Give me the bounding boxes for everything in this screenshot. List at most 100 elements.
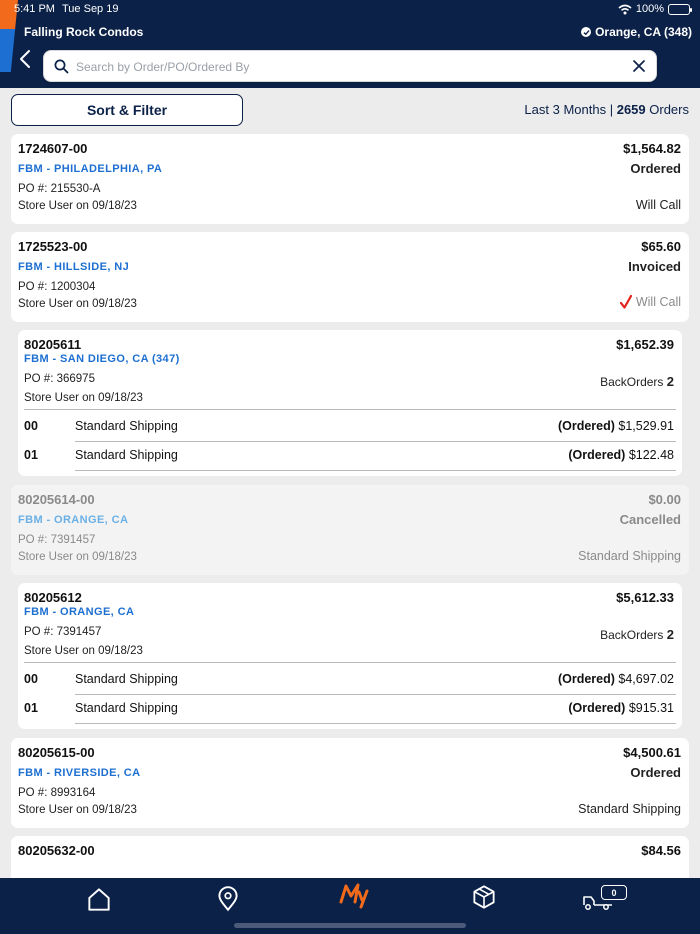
order-number: 1725523-00 [18,239,88,254]
backorders-count: BackOrders 2 [600,627,674,642]
order-number: 80205611 [24,337,82,352]
search-input[interactable] [76,57,636,77]
check-circle-icon [581,27,592,37]
order-card[interactable]: 80205614-00 FBM - ORANGE, CA PO #: 73914… [11,485,689,575]
order-user: Store User on 09/18/23 [18,200,137,212]
divider [75,441,676,442]
order-po: PO #: 7391457 [18,534,96,546]
sub-order-method: Standard Shipping [75,448,178,462]
order-shipping: Standard Shipping [578,549,681,563]
order-card[interactable]: 80205612 FBM - ORANGE, CA PO #: 7391457 … [18,583,682,729]
divider [75,694,676,695]
battery-percent: 100% [635,3,664,15]
home-icon[interactable] [84,884,114,914]
account-title: Falling Rock Condos [24,25,144,39]
location-pin-icon[interactable] [213,884,243,914]
divider [24,662,676,663]
order-user: Store User on 09/18/23 [24,392,143,404]
sub-order-state: (Ordered) [568,448,626,462]
order-branch: FBM - ORANGE, CA [18,514,129,526]
sub-order-method: Standard Shipping [75,701,178,715]
sub-order-amount: $1,529.91 [618,419,674,433]
order-card[interactable]: 80205611 FBM - SAN DIEGO, CA (347) PO #:… [18,330,682,476]
search-bar [43,50,657,82]
sub-order-row[interactable]: 00 Standard Shipping (Ordered) $1,529.91 [24,417,674,437]
divider [75,470,676,471]
back-arrow-icon[interactable] [15,48,37,70]
order-status: Ordered [630,161,681,176]
order-branch: FBM - HILLSIDE, NJ [18,261,130,273]
divider [75,723,676,724]
order-number: 80205615-00 [18,745,95,760]
order-card[interactable]: 80205615-00 FBM - RIVERSIDE, CA PO #: 89… [11,738,689,828]
sub-order-number: 01 [24,448,38,462]
shipping-label: Will Call [635,295,681,309]
order-card[interactable]: 80205632-00 $84.56 [11,836,689,878]
app-header: 5:41 PM Tue Sep 19 100% Falling Rock Con… [0,0,700,88]
orders-count: 2659 [616,102,646,117]
order-status: Cancelled [619,512,681,527]
order-number: 1724607-00 [18,141,88,156]
sub-order-amount: $915.31 [628,701,674,715]
order-branch: FBM - RIVERSIDE, CA [18,767,141,779]
sub-order-state: (Ordered) [557,672,615,686]
order-user: Store User on 09/18/23 [18,804,137,816]
sub-order-row[interactable]: 01 Standard Shipping (Ordered) $122.48 [24,446,674,466]
sub-order-amount: $4,697.02 [618,672,674,686]
order-branch: FBM - SAN DIEGO, CA (347) [24,353,180,365]
status-bar: 5:41 PM Tue Sep 19 100% [14,3,692,17]
box-icon[interactable] [469,882,499,912]
cart-count-badge: 0 [601,885,627,900]
date-range-label: Last 3 Months [524,102,607,117]
order-po: PO #: 215530-A [18,183,101,195]
order-status: Invoiced [628,259,681,274]
sub-order-number: 00 [24,419,38,433]
order-number: 80205612 [24,590,82,605]
order-user: Store User on 09/18/23 [24,645,143,657]
sub-order-status: (Ordered) $122.48 [568,448,674,462]
summary-divider: | [609,102,614,117]
sort-filter-button[interactable]: Sort & Filter [11,94,243,126]
order-amount: $4,500.61 [623,745,681,760]
order-shipping: Will Call [619,295,681,309]
sub-order-row[interactable]: 00 Standard Shipping (Ordered) $4,697.02 [24,670,674,690]
order-card[interactable]: 1724607-00 FBM - PHILADELPHIA, PA PO #: … [11,134,689,224]
backorders-label: BackOrders [600,628,664,642]
sub-order-state: (Ordered) [557,419,615,433]
order-number: 80205632-00 [18,843,95,858]
search-icon [54,59,69,74]
shipping-label: Standard Shipping [578,549,681,563]
close-icon[interactable] [632,59,646,73]
store-location[interactable]: Orange, CA (348) [581,25,692,39]
order-amount: $65.60 [641,239,681,254]
order-shipping: Standard Shipping [578,802,681,816]
shipping-label: Will Call [635,198,681,212]
order-po: PO #: 366975 [24,373,95,385]
order-amount: $0.00 [648,492,681,507]
order-number: 80205614-00 [18,492,95,507]
store-location-label: Orange, CA (348) [595,25,692,39]
order-status: Ordered [630,765,681,780]
backorders-count: BackOrders 2 [600,374,674,389]
wifi-icon [618,4,632,14]
battery-icon [668,3,692,15]
order-user: Store User on 09/18/23 [18,298,137,310]
sub-order-status: (Ordered) $1,529.91 [558,419,674,433]
sub-order-state: (Ordered) [568,701,626,715]
divider [24,409,676,410]
order-card[interactable]: 1725523-00 FBM - HILLSIDE, NJ PO #: 1200… [11,232,689,322]
order-po: PO #: 8993164 [18,787,96,799]
checkmark-icon [619,295,632,309]
sub-order-row[interactable]: 01 Standard Shipping (Ordered) $915.31 [24,699,674,719]
order-amount: $84.56 [641,843,681,858]
order-branch: FBM - ORANGE, CA [24,606,135,618]
orders-summary: Last 3 Months | 2659 Orders [524,102,689,117]
order-amount: $5,612.33 [616,590,674,605]
orders-count-suffix: Orders [649,102,689,117]
order-amount: $1,652.39 [616,337,674,352]
my-icon[interactable] [338,880,372,910]
sub-order-number: 01 [24,701,38,715]
sub-order-number: 00 [24,672,38,686]
status-indicators: 100% [618,3,692,15]
order-branch: FBM - PHILADELPHIA, PA [18,163,163,175]
